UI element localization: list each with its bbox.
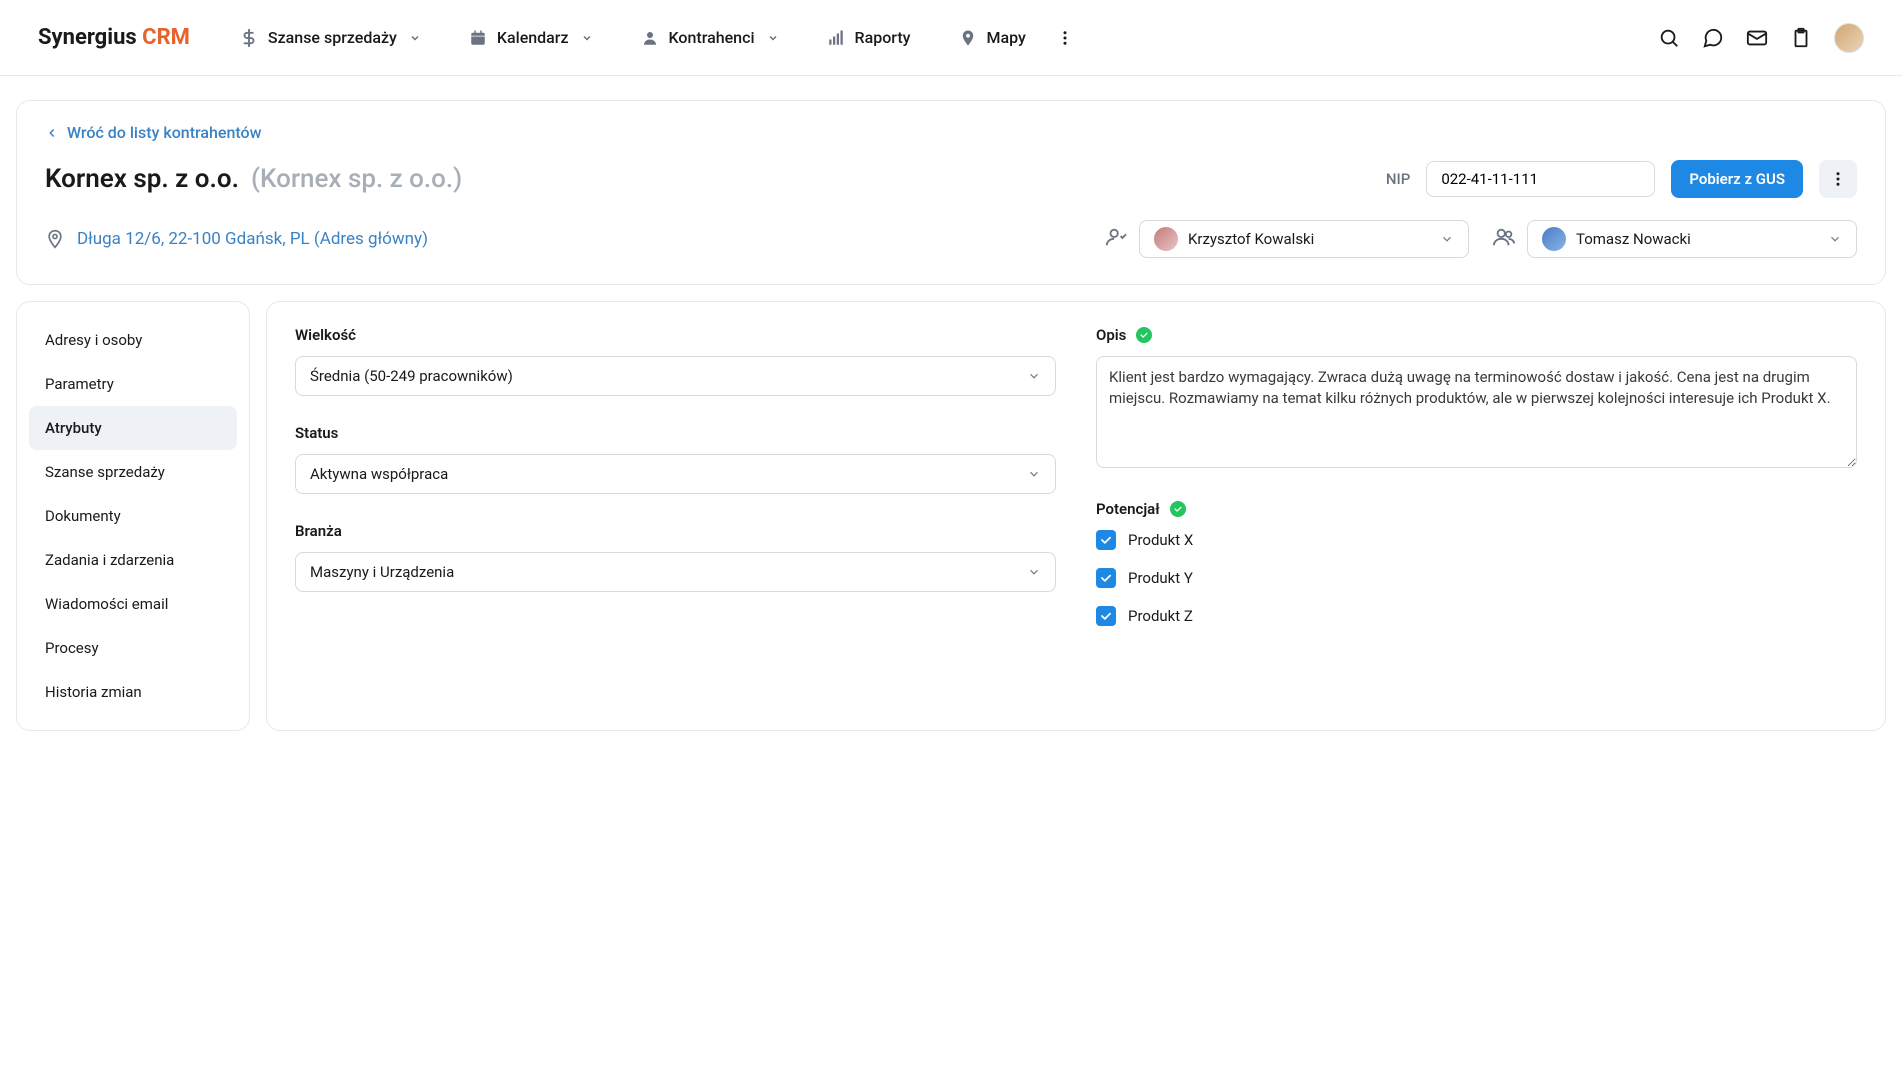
dollar-icon (240, 29, 258, 47)
detail-sidebar: Adresy i osoby Parametry Atrybuty Szanse… (16, 301, 250, 731)
chevron-down-icon (1027, 565, 1041, 579)
chevron-down-icon (767, 32, 779, 44)
sidebar-item-history[interactable]: Historia zmian (29, 670, 237, 714)
sidebar-item-processes[interactable]: Procesy (29, 626, 237, 670)
chevron-down-icon (1828, 232, 1842, 246)
more-actions-button[interactable] (1819, 160, 1857, 198)
chevron-down-icon (1027, 467, 1041, 481)
industry-label: Branża (295, 522, 1056, 540)
calendar-icon (469, 29, 487, 47)
checkbox-icon (1096, 606, 1116, 626)
owner-avatar (1154, 227, 1178, 251)
person-icon (641, 29, 659, 47)
checkbox-icon (1096, 568, 1116, 588)
chat-button[interactable] (1702, 27, 1724, 49)
check-icon (1170, 501, 1186, 517)
location-icon (45, 229, 65, 249)
nav-more[interactable] (1054, 27, 1076, 49)
clipboard-icon (1790, 27, 1812, 49)
sidebar-item-addresses[interactable]: Adresy i osoby (29, 318, 237, 362)
main-nav: Szanse sprzedaży Kalendarz Kontrahenci R… (220, 18, 1658, 57)
status-label: Status (295, 424, 1056, 442)
chevron-down-icon (1027, 369, 1041, 383)
search-button[interactable] (1658, 27, 1680, 49)
desc-textarea[interactable] (1096, 356, 1857, 468)
nav-contractors[interactable]: Kontrahenci (621, 18, 799, 57)
potential-label: Potencjał (1096, 500, 1857, 518)
chat-icon (1702, 27, 1724, 49)
back-link[interactable]: Wróć do listy kontrahentów (45, 123, 1857, 142)
checkbox-icon (1096, 530, 1116, 550)
industry-select[interactable]: Maszyny i Urządzenia (295, 552, 1056, 592)
address-link[interactable]: Długa 12/6, 22-100 Gdańsk, PL (Adres głó… (45, 229, 1081, 249)
mail-button[interactable] (1746, 27, 1768, 49)
logo: Synergius CRM (38, 25, 190, 50)
nav-sales[interactable]: Szanse sprzedaży (220, 18, 441, 57)
app-header: Synergius CRM Szanse sprzedaży Kalendarz… (0, 0, 1902, 76)
bars-icon (827, 29, 845, 47)
sidebar-item-documents[interactable]: Dokumenty (29, 494, 237, 538)
check-icon (1136, 327, 1152, 343)
checkbox-product-y[interactable]: Produkt Y (1096, 568, 1857, 588)
chevron-down-icon (581, 32, 593, 44)
team-icon (1493, 226, 1515, 252)
main-panel: Wielkość Średnia (50-249 pracowników) St… (266, 301, 1886, 731)
owner-select[interactable]: Krzysztof Kowalski (1139, 220, 1469, 258)
user-avatar[interactable] (1834, 23, 1864, 53)
desc-label: Opis (1096, 326, 1857, 344)
team-select[interactable]: Tomasz Nowacki (1527, 220, 1857, 258)
title-row: Kornex sp. z o.o. (Kornex sp. z o.o.) NI… (45, 160, 1857, 198)
mail-icon (1746, 27, 1768, 49)
company-subname: (Kornex sp. z o.o.) (251, 164, 462, 194)
page-container: Wróć do listy kontrahentów Kornex sp. z … (0, 76, 1902, 755)
checkbox-product-x[interactable]: Produkt X (1096, 530, 1857, 550)
sidebar-item-parameters[interactable]: Parametry (29, 362, 237, 406)
checkbox-product-z[interactable]: Produkt Z (1096, 606, 1857, 626)
team-avatar (1542, 227, 1566, 251)
content-row: Adresy i osoby Parametry Atrybuty Szanse… (16, 301, 1886, 731)
sidebar-item-attributes[interactable]: Atrybuty (29, 406, 237, 450)
chevron-down-icon (409, 32, 421, 44)
nav-reports[interactable]: Raporty (807, 18, 931, 57)
header-actions (1658, 23, 1864, 53)
nip-input[interactable] (1426, 161, 1655, 197)
chevron-down-icon (1440, 232, 1454, 246)
nip-label: NIP (1386, 170, 1410, 188)
nav-calendar[interactable]: Kalendarz (449, 18, 613, 57)
meta-row: Długa 12/6, 22-100 Gdańsk, PL (Adres głó… (45, 220, 1857, 258)
chevron-left-icon (45, 126, 59, 140)
sidebar-item-emails[interactable]: Wiadomości email (29, 582, 237, 626)
sidebar-item-sales[interactable]: Szanse sprzedaży (29, 450, 237, 494)
size-label: Wielkość (295, 326, 1056, 344)
sidebar-item-tasks[interactable]: Zadania i zdarzenia (29, 538, 237, 582)
page-header-card: Wróć do listy kontrahentów Kornex sp. z … (16, 100, 1886, 285)
search-icon (1658, 27, 1680, 49)
company-name: Kornex sp. z o.o. (45, 164, 239, 194)
clipboard-button[interactable] (1790, 27, 1812, 49)
pin-icon (959, 29, 977, 47)
size-select[interactable]: Średnia (50-249 pracowników) (295, 356, 1056, 396)
owner-icon (1105, 226, 1127, 252)
status-select[interactable]: Aktywna współpraca (295, 454, 1056, 494)
nav-maps[interactable]: Mapy (939, 18, 1046, 57)
gus-button[interactable]: Pobierz z GUS (1671, 160, 1803, 198)
more-icon (1829, 170, 1847, 188)
